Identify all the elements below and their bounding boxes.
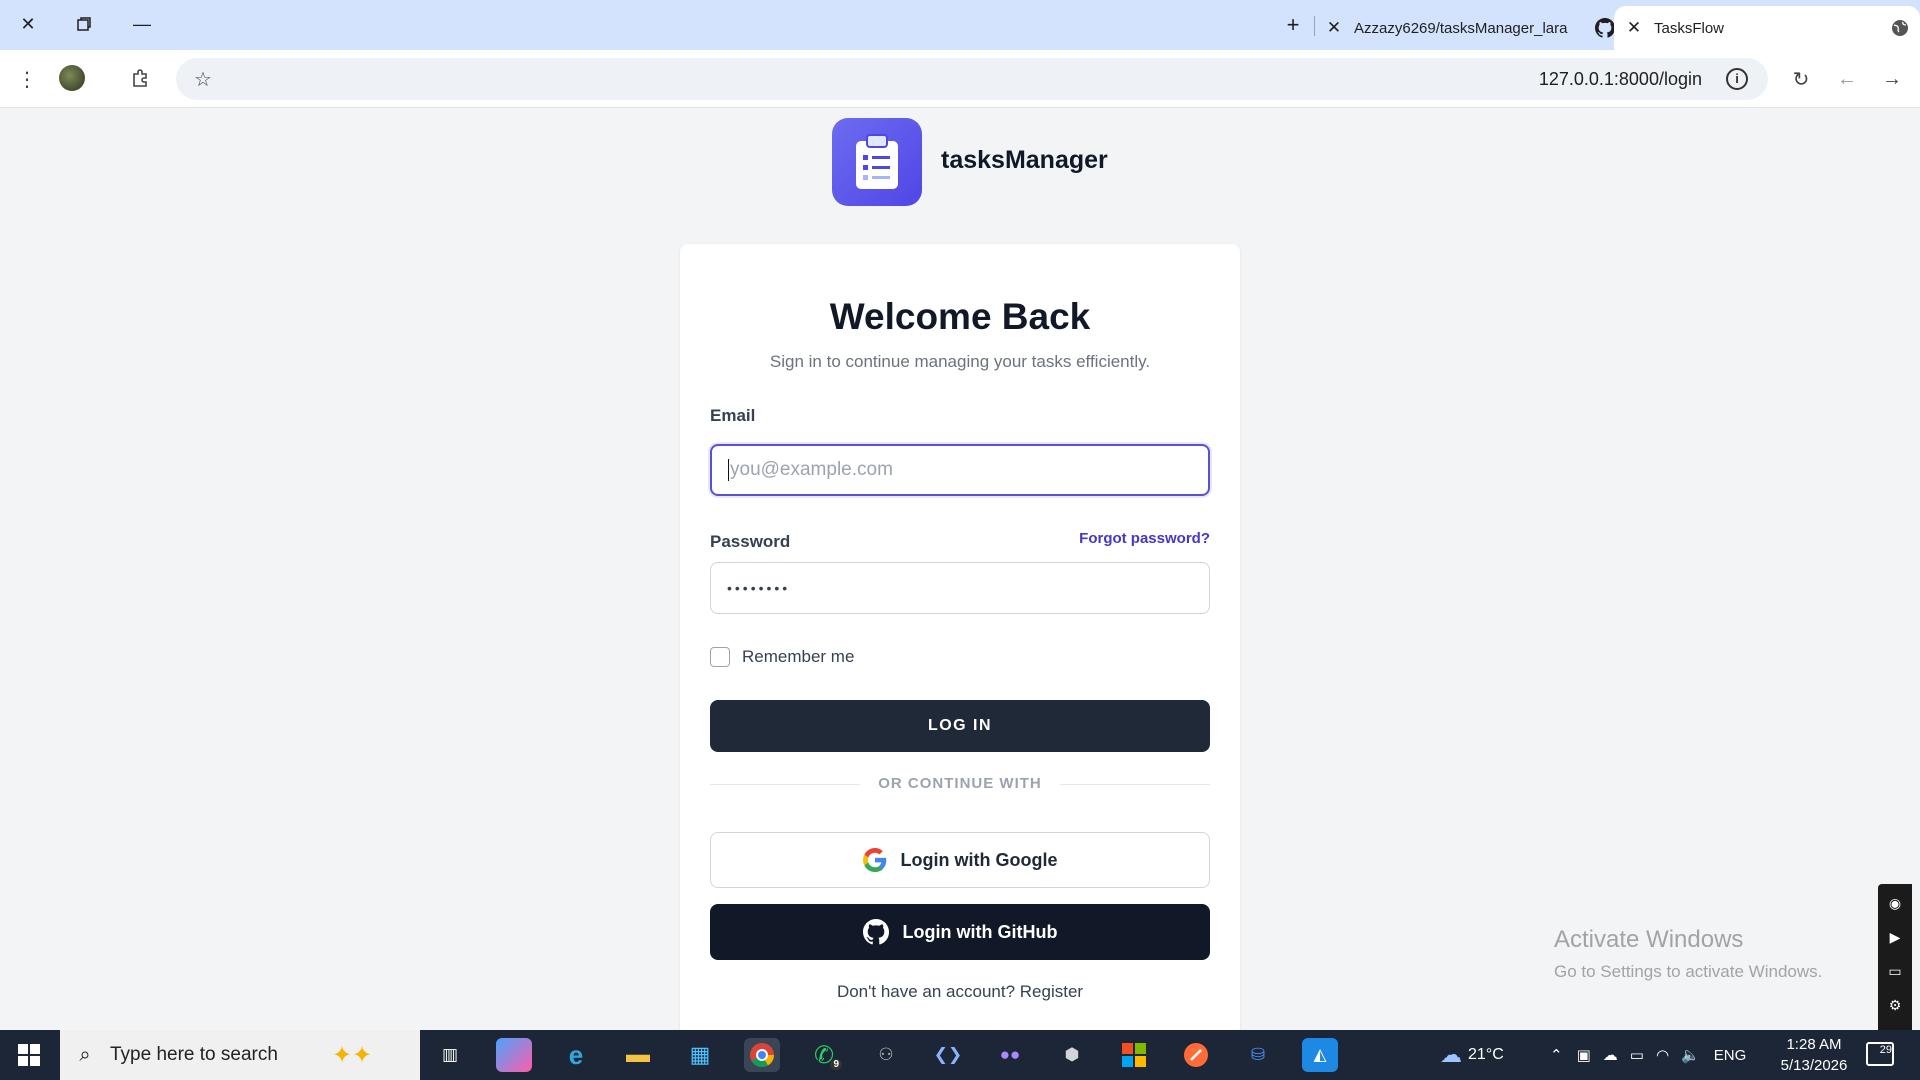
login-page: tasksManager Welcome Back Sign in to con… [0, 108, 1920, 1030]
window-icon[interactable]: ▭ [1878, 956, 1912, 986]
vscode-icon[interactable]: ❮❯ [930, 1038, 966, 1072]
tab-title: Azzazy6269/tasksManager_lara [1354, 19, 1568, 37]
notification-center-button[interactable]: 29 [1866, 1042, 1894, 1066]
notification-count: 29 [1879, 1044, 1892, 1056]
profile-avatar[interactable] [59, 65, 85, 91]
weather-temp: 21°C [1468, 1046, 1504, 1063]
remember-me-label: Remember me [742, 647, 855, 666]
site-info-icon[interactable]: i [1726, 68, 1748, 90]
windows-taskbar: ⌕ Type here to search ✦✦ ▥ e ▬ ▦ ✆ 9 ⚇ ❮❯… [0, 1030, 1920, 1080]
whatsapp-icon[interactable]: ✆ 9 [806, 1038, 842, 1072]
video-icon[interactable]: ▶ [1878, 922, 1912, 952]
chrome-icon[interactable] [744, 1038, 780, 1072]
postman-icon[interactable] [1178, 1038, 1214, 1072]
page-title: Welcome Back [829, 296, 1091, 337]
sparkle-icon: ✦✦ [331, 1041, 373, 1069]
restore-window-button[interactable] [64, 8, 104, 40]
weather-widget[interactable]: ☁ 21°C [1440, 1030, 1504, 1080]
url-text: 127.0.0.1:8000/login [1538, 69, 1702, 89]
google-icon [862, 848, 887, 872]
divider-text: OR CONTINUE WITH [878, 775, 1042, 792]
tab-close-icon[interactable]: ✕ [1320, 18, 1348, 38]
camera-icon[interactable]: ◉ [1878, 888, 1912, 918]
microsoft-store-icon[interactable]: ▦ [682, 1038, 718, 1072]
tray-icons: ⌃ ▣ ☁ ▭ ◠ 🔈 ENG [1550, 1030, 1746, 1080]
cloudy-weather-icon: ☁ [1440, 1042, 1462, 1067]
email-label: Email [710, 406, 756, 425]
register-link[interactable]: Don't have an account? Register [680, 982, 1240, 1002]
task-view-icon[interactable]: ▥ [432, 1038, 468, 1072]
capture-side-widget: ◉ ▶ ▭ ⚙ [1878, 884, 1912, 1040]
whatsapp-badge: 9 [830, 1059, 842, 1070]
language-indicator[interactable]: ENG [1714, 1047, 1747, 1064]
office-app-icon[interactable] [1116, 1038, 1152, 1072]
login-card: Welcome Back Sign in to continue managin… [680, 244, 1240, 1030]
email-placeholder: you@example.com [730, 459, 893, 480]
edge-browser-icon[interactable]: e [558, 1038, 594, 1072]
tab-tasksflow[interactable]: ✕ TasksFlow [1614, 6, 1920, 50]
cube-app-icon[interactable]: ⬢ [1054, 1038, 1090, 1072]
github-login-button[interactable]: Login with GitHub [710, 904, 1210, 960]
database-tool-icon[interactable]: ⛁ [1240, 1038, 1276, 1072]
system-clock[interactable]: 1:28 AM 5/13/2026 [1776, 1034, 1852, 1076]
taskbar-search[interactable]: ⌕ Type here to search ✦✦ [60, 1030, 420, 1080]
device-icon[interactable]: ▣ [1577, 1046, 1591, 1064]
tab-close-icon[interactable]: ✕ [1620, 18, 1648, 38]
back-arrow-icon[interactable]: ← [1830, 62, 1864, 96]
clock-time: 1:28 AM [1786, 1036, 1842, 1053]
start-button[interactable] [0, 1030, 58, 1080]
search-icon: ⌕ [79, 1043, 91, 1066]
browser-tab-bar: ✕ — + ✕ Azzazy6269/tasksManager_lara ✕ T… [0, 0, 1920, 50]
extensions-icon[interactable] [124, 62, 158, 96]
tab-title: TasksFlow [1654, 19, 1725, 37]
globe-icon [1880, 19, 1920, 37]
app-logo [832, 118, 922, 206]
people-icon[interactable]: ⚇ [868, 1038, 904, 1072]
menu-kebab-icon[interactable]: ⋮ [10, 62, 44, 96]
wifi-icon[interactable]: ◠ [1656, 1046, 1669, 1064]
password-mask: •••••••• [727, 580, 791, 596]
copilot-icon[interactable] [496, 1038, 532, 1072]
battery-icon[interactable]: ▭ [1630, 1046, 1644, 1064]
onedrive-icon[interactable]: ☁ [1603, 1046, 1618, 1064]
file-explorer-icon[interactable]: ▬ [620, 1038, 656, 1072]
new-tab-button[interactable]: + [1278, 10, 1308, 40]
reload-icon[interactable]: ↻ [1784, 62, 1818, 96]
brand-name: tasksManager [941, 146, 1108, 174]
minimize-window-button[interactable]: — [122, 8, 162, 40]
forward-arrow-icon[interactable]: → [1875, 62, 1909, 96]
page-subtitle: Sign in to continue managing your tasks … [769, 352, 1151, 371]
close-window-button[interactable]: ✕ [8, 8, 48, 40]
windows-logo-icon [18, 1044, 40, 1066]
email-field[interactable]: you@example.com [710, 444, 1210, 496]
login-button[interactable]: LOG IN [710, 700, 1210, 752]
github-icon [862, 919, 889, 945]
app-icon[interactable]: ●● [992, 1038, 1028, 1072]
activate-windows-watermark: Activate Windows Go to Settings to activ… [1554, 926, 1822, 982]
bookmark-star-icon[interactable]: ☆ [186, 62, 220, 96]
password-label: Password [710, 532, 791, 551]
tab-github[interactable]: ✕ Azzazy6269/tasksManager_lara [1320, 6, 1620, 50]
settings-gear-icon[interactable]: ⚙ [1878, 990, 1912, 1020]
photos-icon[interactable]: ◭ [1302, 1038, 1338, 1072]
browser-toolbar: ⋮ ☆ 127.0.0.1:8000/login i ↻ ← → [0, 50, 1920, 108]
remember-me: Remember me [710, 647, 854, 667]
restore-icon [77, 17, 91, 31]
watermark-line-2: Go to Settings to activate Windows. [1554, 962, 1823, 981]
google-button-label: Login with Google [900, 849, 1058, 870]
google-login-button[interactable]: Login with Google [710, 832, 1210, 888]
chevron-up-icon[interactable]: ⌃ [1550, 1046, 1563, 1064]
search-placeholder: Type here to search [110, 1044, 278, 1065]
remember-me-checkbox[interactable] [710, 647, 730, 667]
address-bar[interactable]: ☆ 127.0.0.1:8000/login i [176, 58, 1768, 100]
clock-date: 5/13/2026 [1780, 1057, 1848, 1074]
clipboard-icon [856, 134, 898, 189]
password-field[interactable]: •••••••• [710, 562, 1210, 614]
forgot-password-link[interactable]: Forgot password? [1079, 530, 1210, 547]
github-button-label: Login with GitHub [902, 921, 1058, 942]
watermark-line-1: Activate Windows [1554, 926, 1744, 953]
volume-icon[interactable]: 🔈 [1681, 1046, 1700, 1064]
text-caret [728, 459, 729, 481]
tab-separator [1314, 16, 1315, 36]
